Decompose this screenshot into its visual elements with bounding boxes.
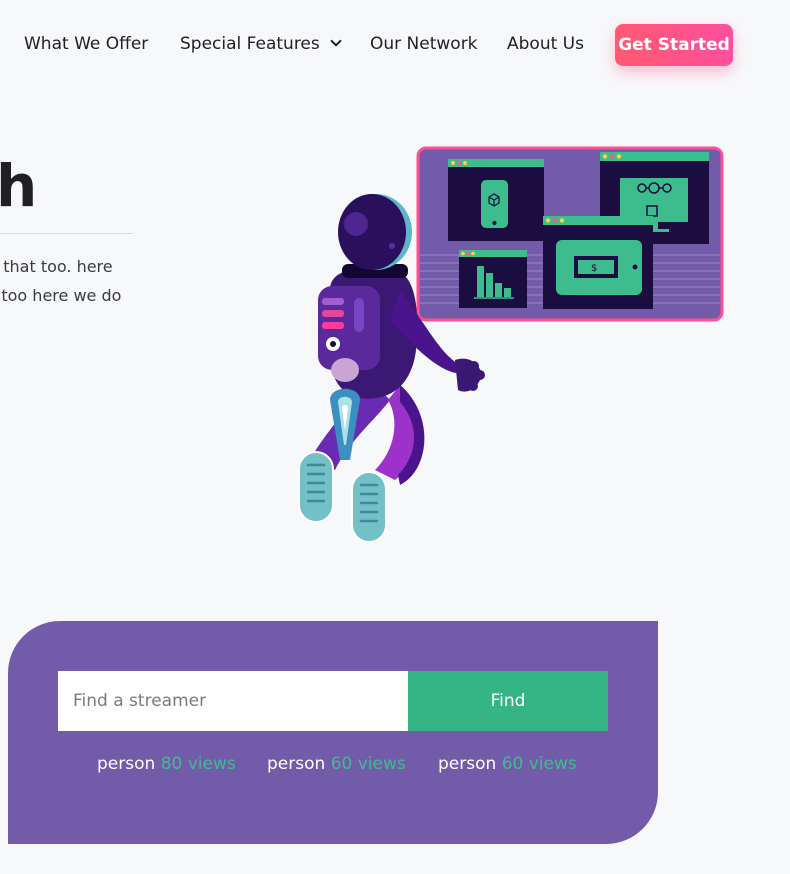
hero-text: d that too. here t too here we do [0, 252, 135, 310]
nav-about-us[interactable]: About Us [507, 34, 584, 54]
streamer-views: 60 views [501, 754, 577, 774]
nav-special-features-label: Special Features [180, 34, 320, 54]
dashboard-screens-graphic: $ [416, 146, 724, 322]
streamer-views: 80 views [160, 754, 236, 774]
hero-divider [0, 233, 133, 234]
streamer-stat[interactable]: person 60 views [438, 754, 577, 774]
streamer-stat[interactable]: person 60 views [267, 754, 406, 774]
svg-text:$: $ [591, 263, 597, 274]
streamer-search-input[interactable] [58, 671, 408, 731]
nav-our-network[interactable]: Our Network [370, 34, 478, 54]
hero-text-line: d that too. here [0, 257, 113, 276]
hero-text-line: t too here we do [0, 286, 122, 305]
streamer-stat[interactable]: person 80 views [97, 754, 236, 774]
streamer-search-panel: Find person 80 views person 60 views per… [8, 621, 658, 844]
nav-special-features[interactable]: Special Features [180, 34, 342, 54]
streamer-views: 60 views [330, 754, 406, 774]
find-button[interactable]: Find [408, 671, 608, 731]
streamer-name: person [438, 754, 497, 774]
chevron-down-icon [330, 35, 342, 47]
streamer-name: person [97, 754, 156, 774]
nav-what-we-offer[interactable]: What We Offer [24, 34, 148, 54]
hero-heading: h [0, 152, 38, 220]
streamer-name: person [267, 754, 326, 774]
top-nav: What We Offer Special Features Our Netwo… [0, 24, 790, 66]
astronaut-illustration: $ [298, 146, 724, 543]
get-started-button[interactable]: Get Started [615, 24, 733, 66]
